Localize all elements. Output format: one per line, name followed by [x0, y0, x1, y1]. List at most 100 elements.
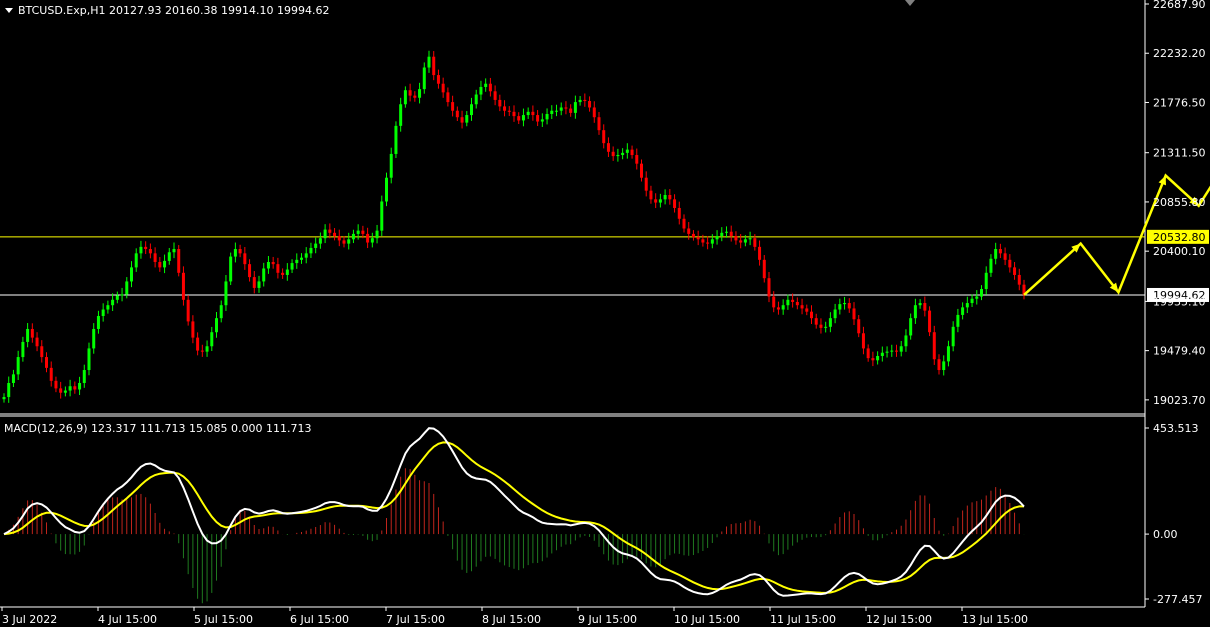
candle-body — [394, 125, 398, 154]
candle-body — [810, 311, 813, 319]
candle-body — [725, 231, 728, 233]
price-tick-label: 19023.70 — [1153, 394, 1206, 407]
candle-body — [139, 246, 143, 254]
price-tick-label: 22232.20 — [1153, 47, 1206, 60]
time-tick-label: 4 Jul 15:00 — [98, 613, 157, 626]
candle-body — [380, 201, 384, 231]
candle-body — [918, 303, 922, 306]
candle-body — [942, 361, 946, 371]
candle-body — [73, 386, 77, 390]
macd-tick-label: 453.513 — [1153, 422, 1199, 435]
symbol-header: BTCUSD.Exp,H1 20127.93 20160.38 19914.10… — [5, 4, 329, 17]
candle-body — [488, 83, 492, 92]
price-tick-label: 20855.80 — [1153, 196, 1206, 209]
candle-body — [640, 163, 643, 178]
candle-body — [432, 56, 436, 76]
candle-body — [153, 253, 157, 262]
candle-body — [899, 346, 903, 352]
candle-body — [739, 240, 743, 243]
candle-body — [616, 155, 620, 157]
candle-body — [776, 307, 780, 310]
candle-body — [493, 91, 497, 100]
candle-body — [59, 388, 63, 393]
candle-body — [843, 303, 847, 305]
candle-body — [115, 295, 119, 300]
candle-body — [21, 341, 25, 358]
candle-body — [49, 367, 53, 381]
price-tick-label: 21311.50 — [1153, 147, 1206, 160]
candle-body — [45, 357, 48, 368]
candle-body — [87, 348, 91, 371]
candle-body — [205, 346, 209, 352]
candle-body — [838, 304, 842, 310]
time-tick-label: 8 Jul 15:00 — [482, 613, 541, 626]
candle-body — [890, 350, 894, 352]
candle-body — [474, 94, 478, 105]
time-tick-label: 10 Jul 15:00 — [674, 613, 740, 626]
candle-body — [734, 236, 738, 241]
candle-body — [989, 258, 993, 273]
macd-tick-label: 0.00 — [1153, 528, 1178, 541]
candle-body — [545, 113, 549, 120]
candle-body — [748, 238, 752, 240]
candle-body — [309, 247, 313, 254]
candle-body — [602, 130, 606, 144]
candle-body — [408, 90, 412, 96]
candle-body — [479, 86, 483, 95]
candle-body — [342, 240, 346, 244]
time-tick-label: 13 Jul 15:00 — [962, 613, 1028, 626]
candle-body — [658, 199, 662, 203]
candle-body — [880, 352, 884, 356]
candle-body — [937, 359, 941, 371]
candle-body — [559, 107, 563, 111]
candle-body — [120, 294, 124, 296]
candle-body — [158, 261, 162, 268]
candle-body — [92, 328, 96, 349]
candle-body — [1013, 267, 1017, 275]
candle-body — [399, 104, 403, 126]
candle-body — [691, 233, 695, 238]
candle-body — [720, 232, 724, 237]
candle-body — [928, 310, 932, 333]
candle-body — [276, 264, 280, 273]
candle-body — [550, 110, 554, 114]
candle-body — [370, 238, 374, 243]
candle-body — [772, 296, 776, 308]
candle-body — [125, 281, 129, 295]
candle-body — [540, 119, 544, 122]
candle-body — [706, 242, 710, 244]
candle-body — [625, 149, 629, 153]
candle-body — [592, 107, 596, 118]
candle-body — [63, 390, 67, 393]
candle-body — [96, 316, 100, 329]
chart-canvas: 20532.8019994.62 22687.9022232.2021776.5… — [0, 0, 1210, 627]
candle-body — [795, 301, 799, 306]
macd-label: MACD(12,26,9) 123.317 111.713 15.085 0.0… — [4, 422, 311, 435]
candle-body — [16, 357, 20, 375]
candle-body — [956, 314, 960, 327]
candle-body — [427, 56, 431, 68]
candle-body — [323, 229, 327, 239]
candle-body — [819, 324, 823, 328]
candle-body — [498, 99, 502, 107]
price-tick-label: 21776.50 — [1153, 96, 1206, 109]
candle-body — [148, 249, 152, 254]
candle-body — [68, 386, 72, 391]
candle-body — [654, 199, 658, 203]
candle-body — [337, 236, 341, 241]
candle-body — [521, 115, 525, 121]
candle-body — [229, 256, 233, 282]
candle-body — [762, 259, 766, 279]
candle-body — [200, 350, 204, 352]
candle-body — [597, 117, 601, 131]
time-tick-label: 11 Jul 15:00 — [770, 613, 836, 626]
time-tick-label: 6 Jul 15:00 — [290, 613, 349, 626]
candle-body — [904, 335, 908, 347]
candle-body — [300, 257, 303, 260]
candle-body — [814, 318, 818, 325]
candle-body — [630, 149, 634, 156]
candle-body — [172, 249, 176, 253]
candle-body — [871, 358, 875, 361]
candle-body — [913, 305, 917, 319]
candle-body — [753, 238, 757, 247]
